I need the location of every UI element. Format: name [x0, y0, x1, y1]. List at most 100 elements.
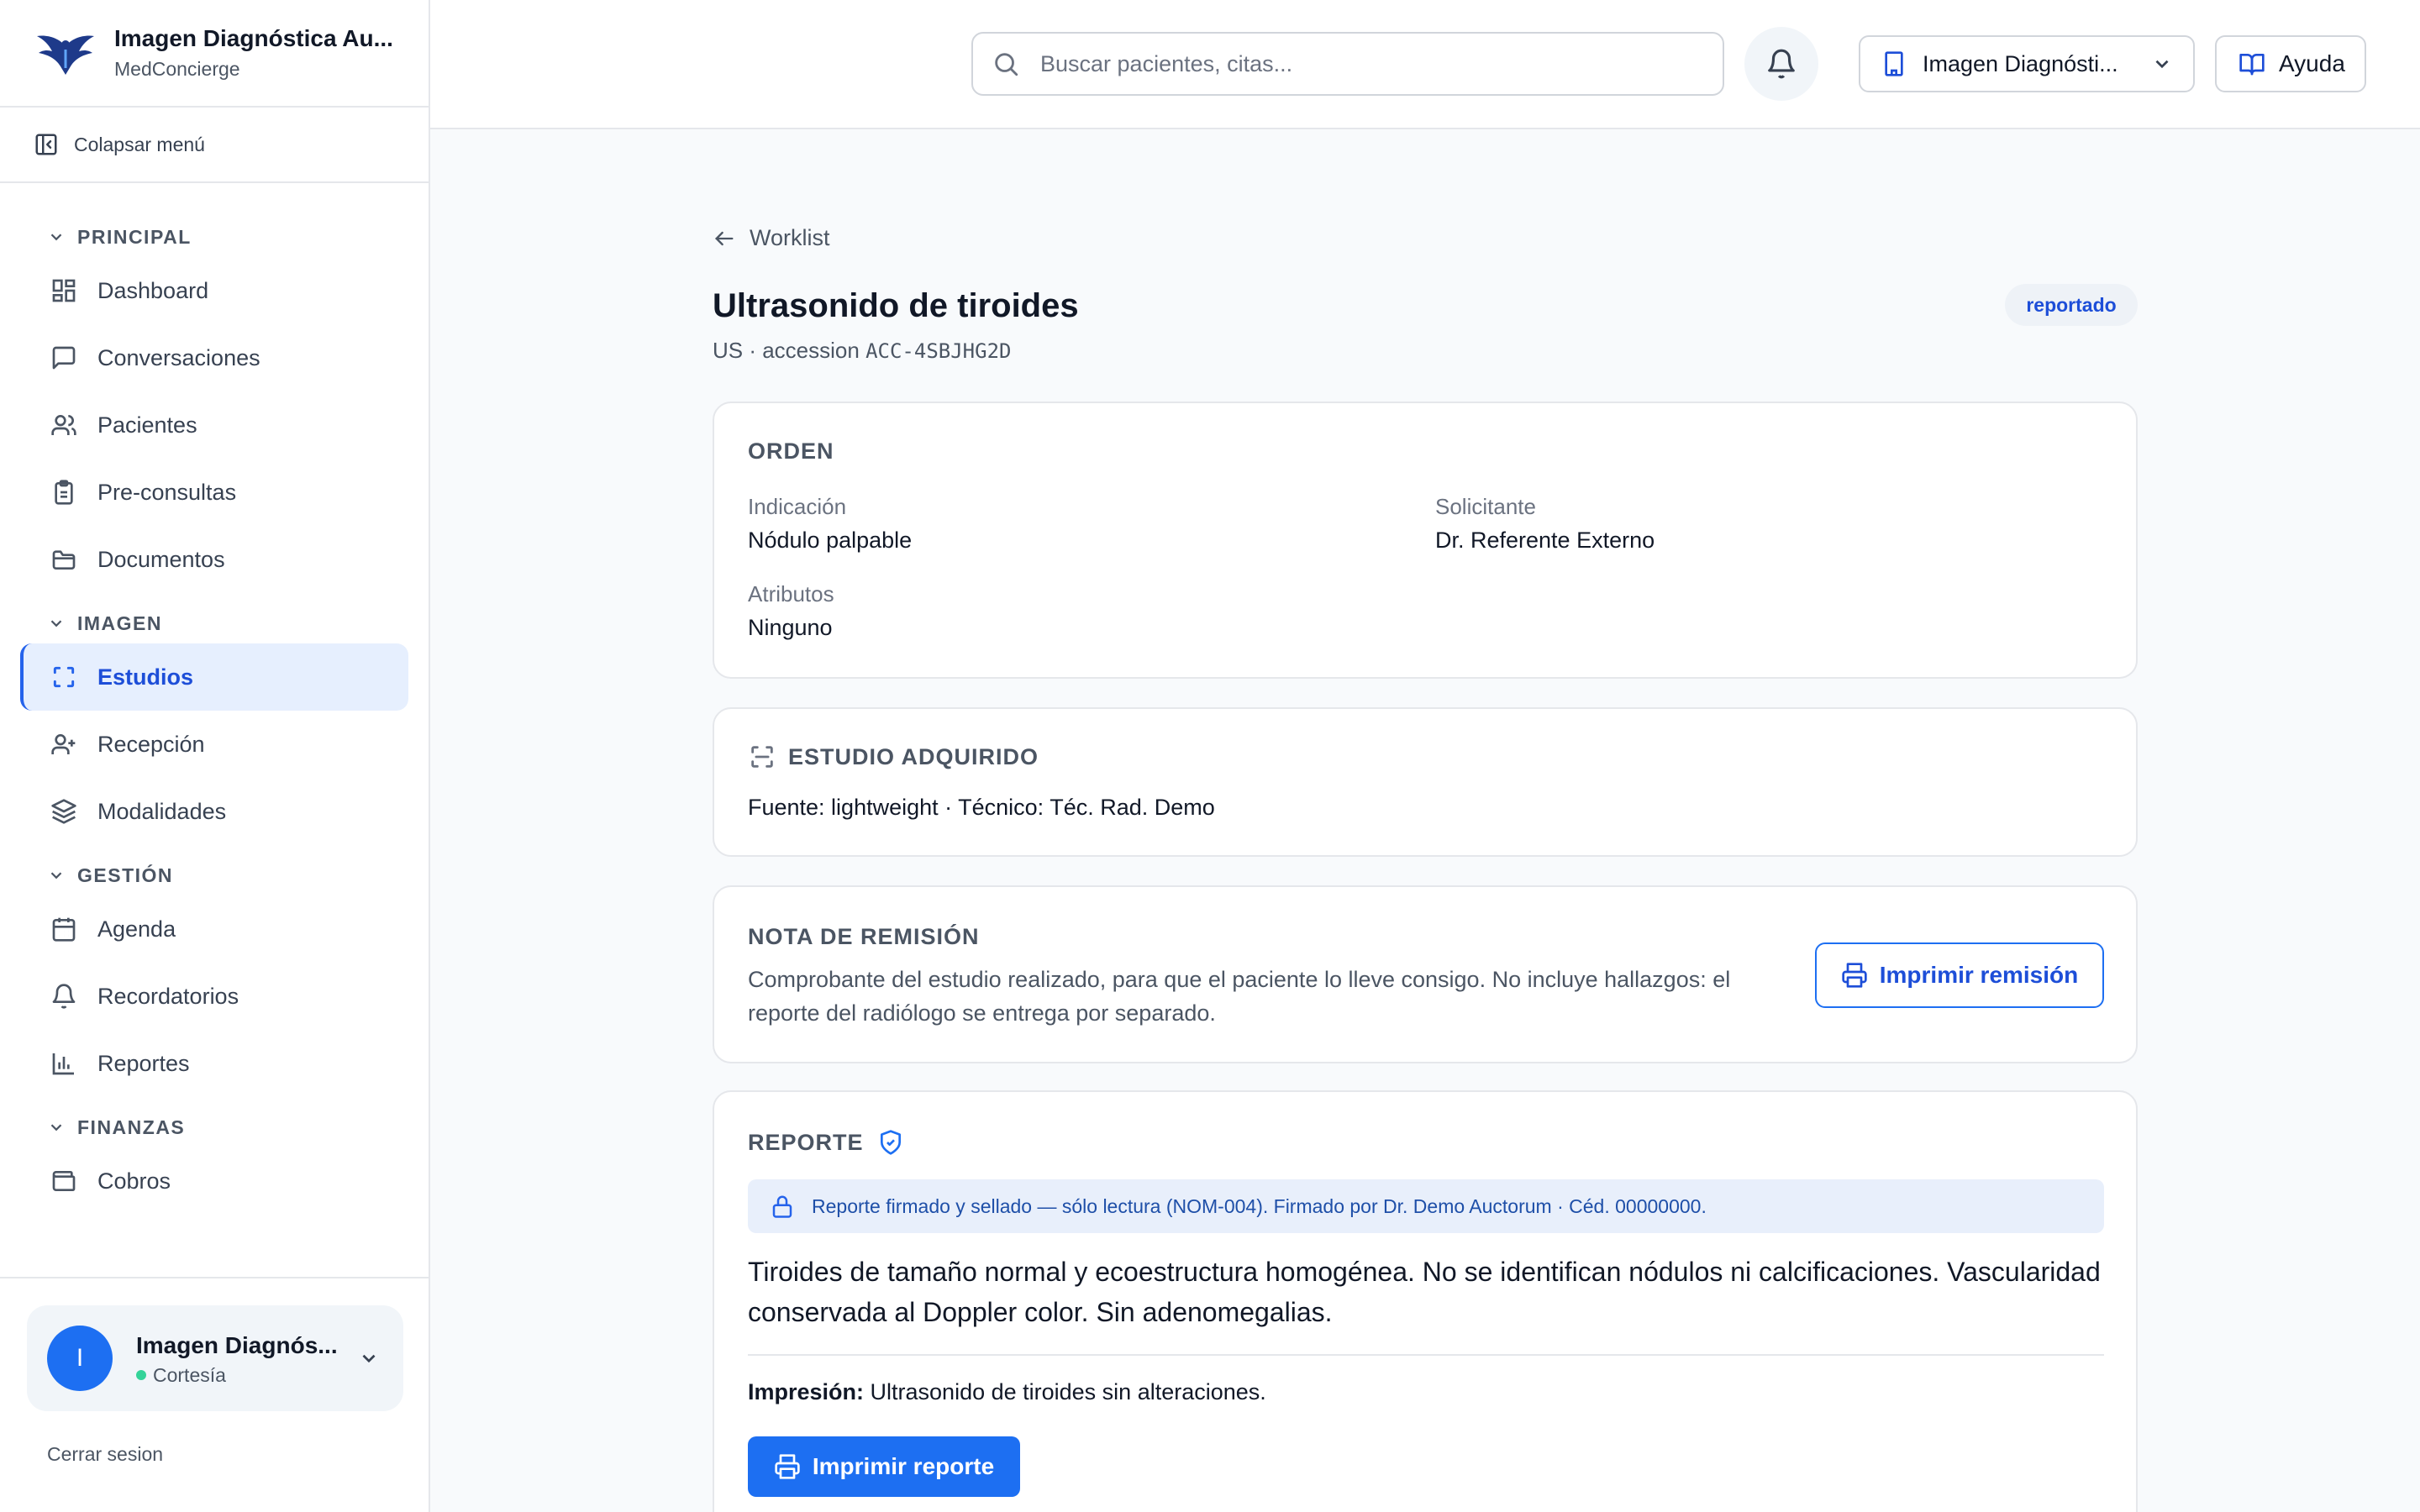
back-to-worklist-link[interactable]: Worklist — [713, 225, 830, 251]
sidebar-item-recepcion[interactable]: Recepción — [20, 711, 408, 778]
atributos-label: Atributos — [748, 581, 834, 606]
chevron-down-icon — [50, 1124, 62, 1131]
back-label: Worklist — [750, 225, 830, 250]
bell-icon — [52, 984, 76, 1009]
organization-select[interactable]: Imagen Diagnósti... — [1859, 35, 2195, 92]
sidebar-item-label: Recepción — [97, 731, 205, 757]
sidebar-item-reportes[interactable]: Reportes — [20, 1030, 408, 1097]
sidebar-item-conversaciones[interactable]: Conversaciones — [20, 324, 408, 391]
user-plus-icon — [51, 734, 76, 754]
chevron-down-icon — [50, 234, 62, 241]
referral-description: Comprobante del estudio realizado, para … — [748, 967, 1731, 1026]
account-name: Imagen Diagnós... — [136, 1331, 338, 1358]
status-badge: reportado — [2005, 284, 2138, 326]
account-switcher[interactable]: I Imagen Diagnós... Cortesía — [27, 1305, 403, 1411]
section-finanzas[interactable]: FINANZAS — [0, 1107, 429, 1147]
printer-icon — [775, 1454, 800, 1479]
wallet-icon — [52, 1171, 76, 1191]
bar-chart-icon — [52, 1053, 74, 1075]
solicitante-label: Solicitante — [1435, 494, 1536, 519]
notifications-button[interactable] — [1744, 27, 1818, 101]
acquired-study-card: ESTUDIO ADQUIRIDO Fuente: lightweight · … — [713, 707, 2138, 857]
search-box[interactable] — [971, 32, 1724, 96]
chevron-down-icon — [50, 620, 62, 627]
collapse-menu-button[interactable]: Colapsar menú — [0, 108, 429, 183]
dashboard-icon — [52, 279, 76, 302]
sidebar-item-dashboard[interactable]: Dashboard — [20, 257, 408, 324]
sidebar-item-label: Agenda — [97, 916, 176, 942]
sidebar-item-label: Pre-consultas — [97, 479, 237, 505]
avatar: I — [47, 1326, 113, 1391]
sidebar-item-label: Cobros — [97, 1168, 171, 1194]
section-imagen[interactable]: IMAGEN — [0, 603, 429, 643]
section-title: FINANZAS — [77, 1116, 186, 1138]
impression-label: Impresión: — [748, 1379, 865, 1404]
section-title: GESTIÓN — [77, 864, 174, 886]
print-report-button[interactable]: Imprimir reporte — [748, 1436, 1020, 1497]
sidebar-footer: I Imagen Diagnós... Cortesía Cerrar sesi… — [0, 1277, 429, 1512]
logout-link[interactable]: Cerrar sesion — [47, 1443, 163, 1466]
help-button[interactable]: Ayuda — [2215, 35, 2366, 92]
order-title: ORDEN — [748, 438, 834, 464]
sidebar-item-recordatorios[interactable]: Recordatorios — [20, 963, 408, 1030]
referral-title: NOTA DE REMISIÓN — [748, 924, 980, 949]
acquired-details: Fuente: lightweight · Técnico: Téc. Rad.… — [748, 795, 1215, 820]
calendar-icon — [52, 917, 76, 942]
sidebar-item-label: Dashboard — [97, 277, 209, 303]
atributos-value: Ninguno — [748, 615, 833, 640]
sidebar-collapse-icon — [35, 134, 57, 155]
plan-label: Cortesía — [153, 1363, 226, 1386]
signed-report-notice: Reporte firmado y sellado — sólo lectura… — [748, 1179, 2104, 1233]
referral-note-card: NOTA DE REMISIÓN Comprobante del estudio… — [713, 885, 2138, 1063]
sidebar-item-estudios[interactable]: Estudios — [20, 643, 408, 711]
scan-line-icon — [751, 746, 773, 768]
folder-icon — [52, 550, 76, 570]
indicacion-label: Indicación — [748, 494, 847, 519]
chevron-down-icon — [50, 872, 62, 879]
organization-label: Imagen Diagnósti... — [1923, 50, 2118, 76]
printer-icon — [1842, 963, 1867, 988]
search-icon — [995, 53, 1018, 76]
book-open-icon — [2239, 53, 2265, 76]
sidebar-item-cobros[interactable]: Cobros — [20, 1147, 408, 1215]
study-modality: US · accession — [713, 338, 866, 363]
app-subtitle: MedConcierge — [114, 58, 240, 80]
report-impression: Impresión: Ultrasonido de tiroides sin a… — [748, 1379, 1266, 1405]
print-referral-button[interactable]: Imprimir remisión — [1815, 942, 2104, 1008]
section-principal[interactable]: PRINCIPAL — [0, 217, 429, 257]
search-input[interactable] — [1040, 50, 1679, 77]
app-title: Imagen Diagnóstica Au... — [114, 25, 393, 51]
signed-report-text: Reporte firmado y sellado — sólo lectura… — [812, 1194, 1707, 1217]
sidebar-item-label: Reportes — [97, 1050, 190, 1076]
report-card: REPORTE Reporte firmado y sellado — sólo… — [713, 1090, 2138, 1512]
report-title: REPORTE — [748, 1129, 904, 1156]
print-referral-label: Imprimir remisión — [1879, 962, 2079, 988]
clipboard-icon — [55, 480, 73, 505]
sidebar-item-label: Documentos — [97, 546, 225, 572]
sidebar-item-label: Recordatorios — [97, 983, 239, 1009]
shield-check-icon — [880, 1130, 901, 1155]
sidebar-item-pacientes[interactable]: Pacientes — [20, 391, 408, 459]
sidebar-item-agenda[interactable]: Agenda — [20, 895, 408, 963]
sidebar: Imagen Diagnóstica Au... MedConcierge Co… — [0, 0, 430, 1512]
sidebar-item-modalidades[interactable]: Modalidades — [20, 778, 408, 845]
scan-icon — [53, 666, 75, 688]
accession-number: ACC-4SBJHG2D — [865, 339, 1012, 363]
sidebar-item-label: Modalidades — [97, 798, 227, 824]
chevron-down-icon — [2155, 60, 2169, 69]
sidebar-item-pre-consultas[interactable]: Pre-consultas — [20, 459, 408, 526]
building-icon — [1885, 51, 1903, 76]
section-gestion[interactable]: GESTIÓN — [0, 855, 429, 895]
sidebar-nav: PRINCIPAL Dashboard Conversaciones Pacie… — [0, 183, 429, 1215]
brand-header[interactable]: Imagen Diagnóstica Au... MedConcierge — [0, 0, 429, 108]
section-title: PRINCIPAL — [77, 225, 192, 248]
indicacion-value: Nódulo palpable — [748, 528, 913, 553]
chevron-down-icon — [362, 1354, 376, 1363]
section-title: IMAGEN — [77, 612, 162, 634]
acquired-title-label: ESTUDIO ADQUIRIDO — [788, 743, 1039, 769]
sidebar-item-documentos[interactable]: Documentos — [20, 526, 408, 593]
top-header: Imagen Diagnósti... Ayuda — [430, 0, 2420, 129]
status-dot-icon — [136, 1370, 146, 1380]
sidebar-item-label: Estudios — [97, 664, 194, 690]
order-card: ORDEN Indicación Nódulo palpable Solicit… — [713, 402, 2138, 679]
